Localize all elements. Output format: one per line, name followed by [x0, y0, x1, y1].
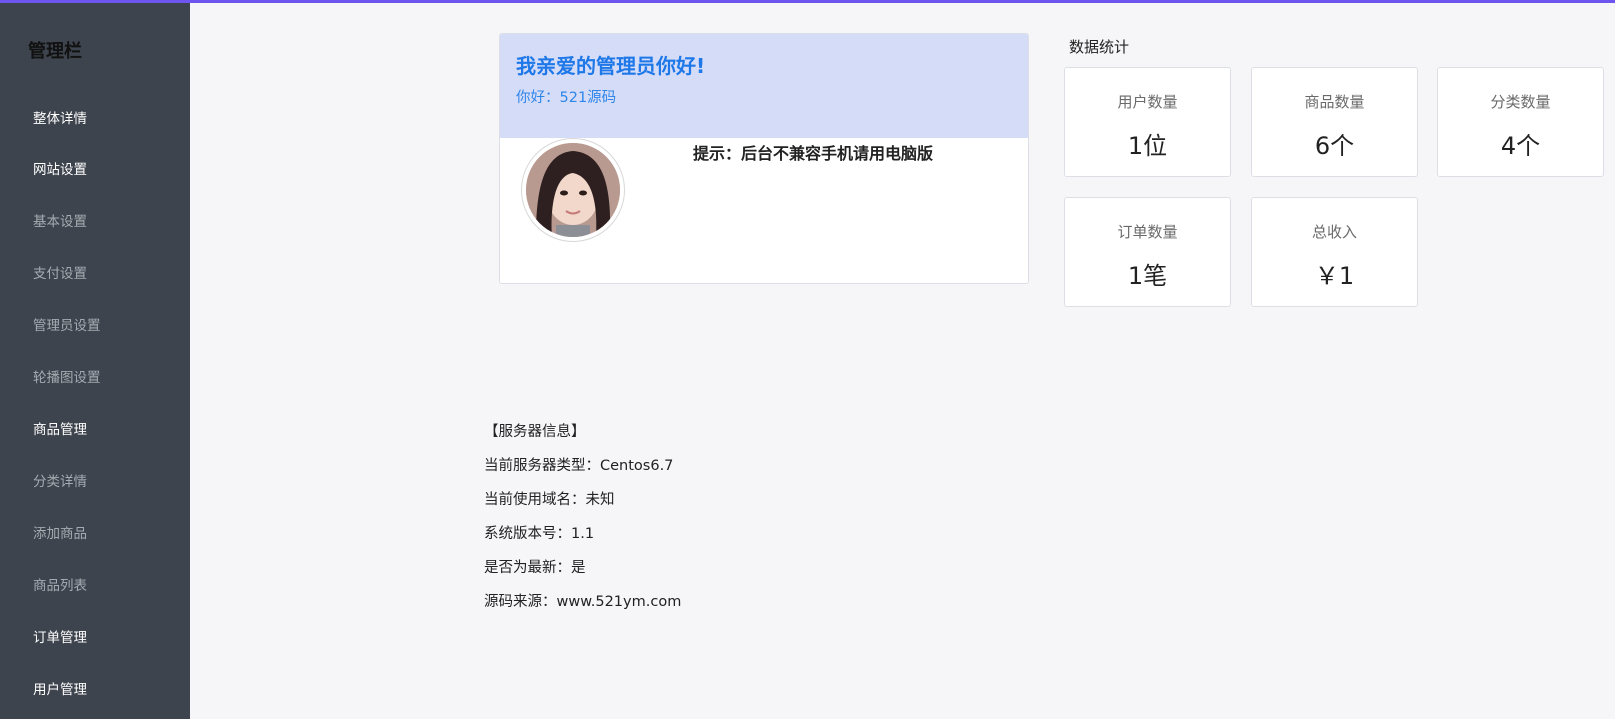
avatar — [521, 138, 625, 242]
stat-card-orders: 订单数量 1笔 — [1064, 197, 1231, 307]
sidebar-item-basic-settings[interactable]: 基本设置 — [33, 210, 87, 230]
sidebar-item-order-management[interactable]: 订单管理 — [33, 626, 87, 646]
top-accent-bar — [0, 0, 1615, 3]
stat-label: 订单数量 — [1117, 223, 1178, 241]
stat-label: 总收入 — [1311, 223, 1357, 241]
stats-title: 数据统计 — [1069, 38, 1130, 56]
stat-card-revenue: 总收入 ￥1 — [1251, 197, 1418, 307]
stat-label: 分类数量 — [1490, 93, 1551, 111]
sidebar-item-category-details[interactable]: 分类详情 — [33, 470, 87, 490]
welcome-header: 我亲爱的管理员你好! 你好：521源码 — [500, 34, 1028, 138]
avatar-image — [526, 143, 620, 237]
sidebar-item-payment-settings[interactable]: 支付设置 — [33, 262, 87, 282]
stat-label: 商品数量 — [1304, 93, 1365, 111]
sidebar-item-add-product[interactable]: 添加商品 — [33, 522, 87, 542]
stat-card-products: 商品数量 6个 — [1251, 67, 1418, 177]
sidebar-item-site-settings[interactable]: 网站设置 — [33, 158, 87, 178]
server-source: 源码来源：www.521ym.com — [484, 594, 682, 610]
welcome-title: 我亲爱的管理员你好! — [516, 54, 706, 78]
sidebar-title: 管理栏 — [28, 41, 82, 62]
welcome-greeting: 你好：521源码 — [516, 90, 617, 106]
server-domain: 当前使用域名：未知 — [484, 492, 615, 508]
avatar-portrait-icon — [526, 143, 620, 237]
stat-value: 1位 — [1127, 132, 1168, 160]
stat-value: ￥1 — [1314, 262, 1355, 290]
welcome-card: 我亲爱的管理员你好! 你好：521源码 提示：后台不兼容手机请用电脑版 — [499, 33, 1029, 284]
sidebar-item-admin-settings[interactable]: 管理员设置 — [33, 314, 101, 334]
sidebar-item-overview[interactable]: 整体详情 — [33, 107, 87, 127]
server-version: 系统版本号：1.1 — [484, 526, 595, 542]
sidebar: 管理栏 整体详情 网站设置 基本设置 支付设置 管理员设置 轮播图设置 商品管理… — [0, 3, 190, 719]
stat-label: 用户数量 — [1117, 93, 1178, 111]
server-is-latest: 是否为最新：是 — [484, 560, 586, 576]
server-info-heading: 【服务器信息】 — [484, 424, 586, 440]
stat-value: 6个 — [1314, 132, 1355, 160]
stat-card-users: 用户数量 1位 — [1064, 67, 1231, 177]
stat-value: 1笔 — [1127, 262, 1168, 290]
sidebar-item-user-management[interactable]: 用户管理 — [33, 678, 87, 698]
stat-value: 4个 — [1500, 132, 1541, 160]
sidebar-item-product-management[interactable]: 商品管理 — [33, 418, 87, 438]
server-type: 当前服务器类型：Centos6.7 — [484, 458, 674, 474]
stat-card-categories: 分类数量 4个 — [1437, 67, 1604, 177]
sidebar-item-carousel-settings[interactable]: 轮播图设置 — [33, 366, 101, 386]
compatibility-hint: 提示：后台不兼容手机请用电脑版 — [693, 144, 934, 163]
sidebar-item-product-list[interactable]: 商品列表 — [33, 574, 87, 594]
